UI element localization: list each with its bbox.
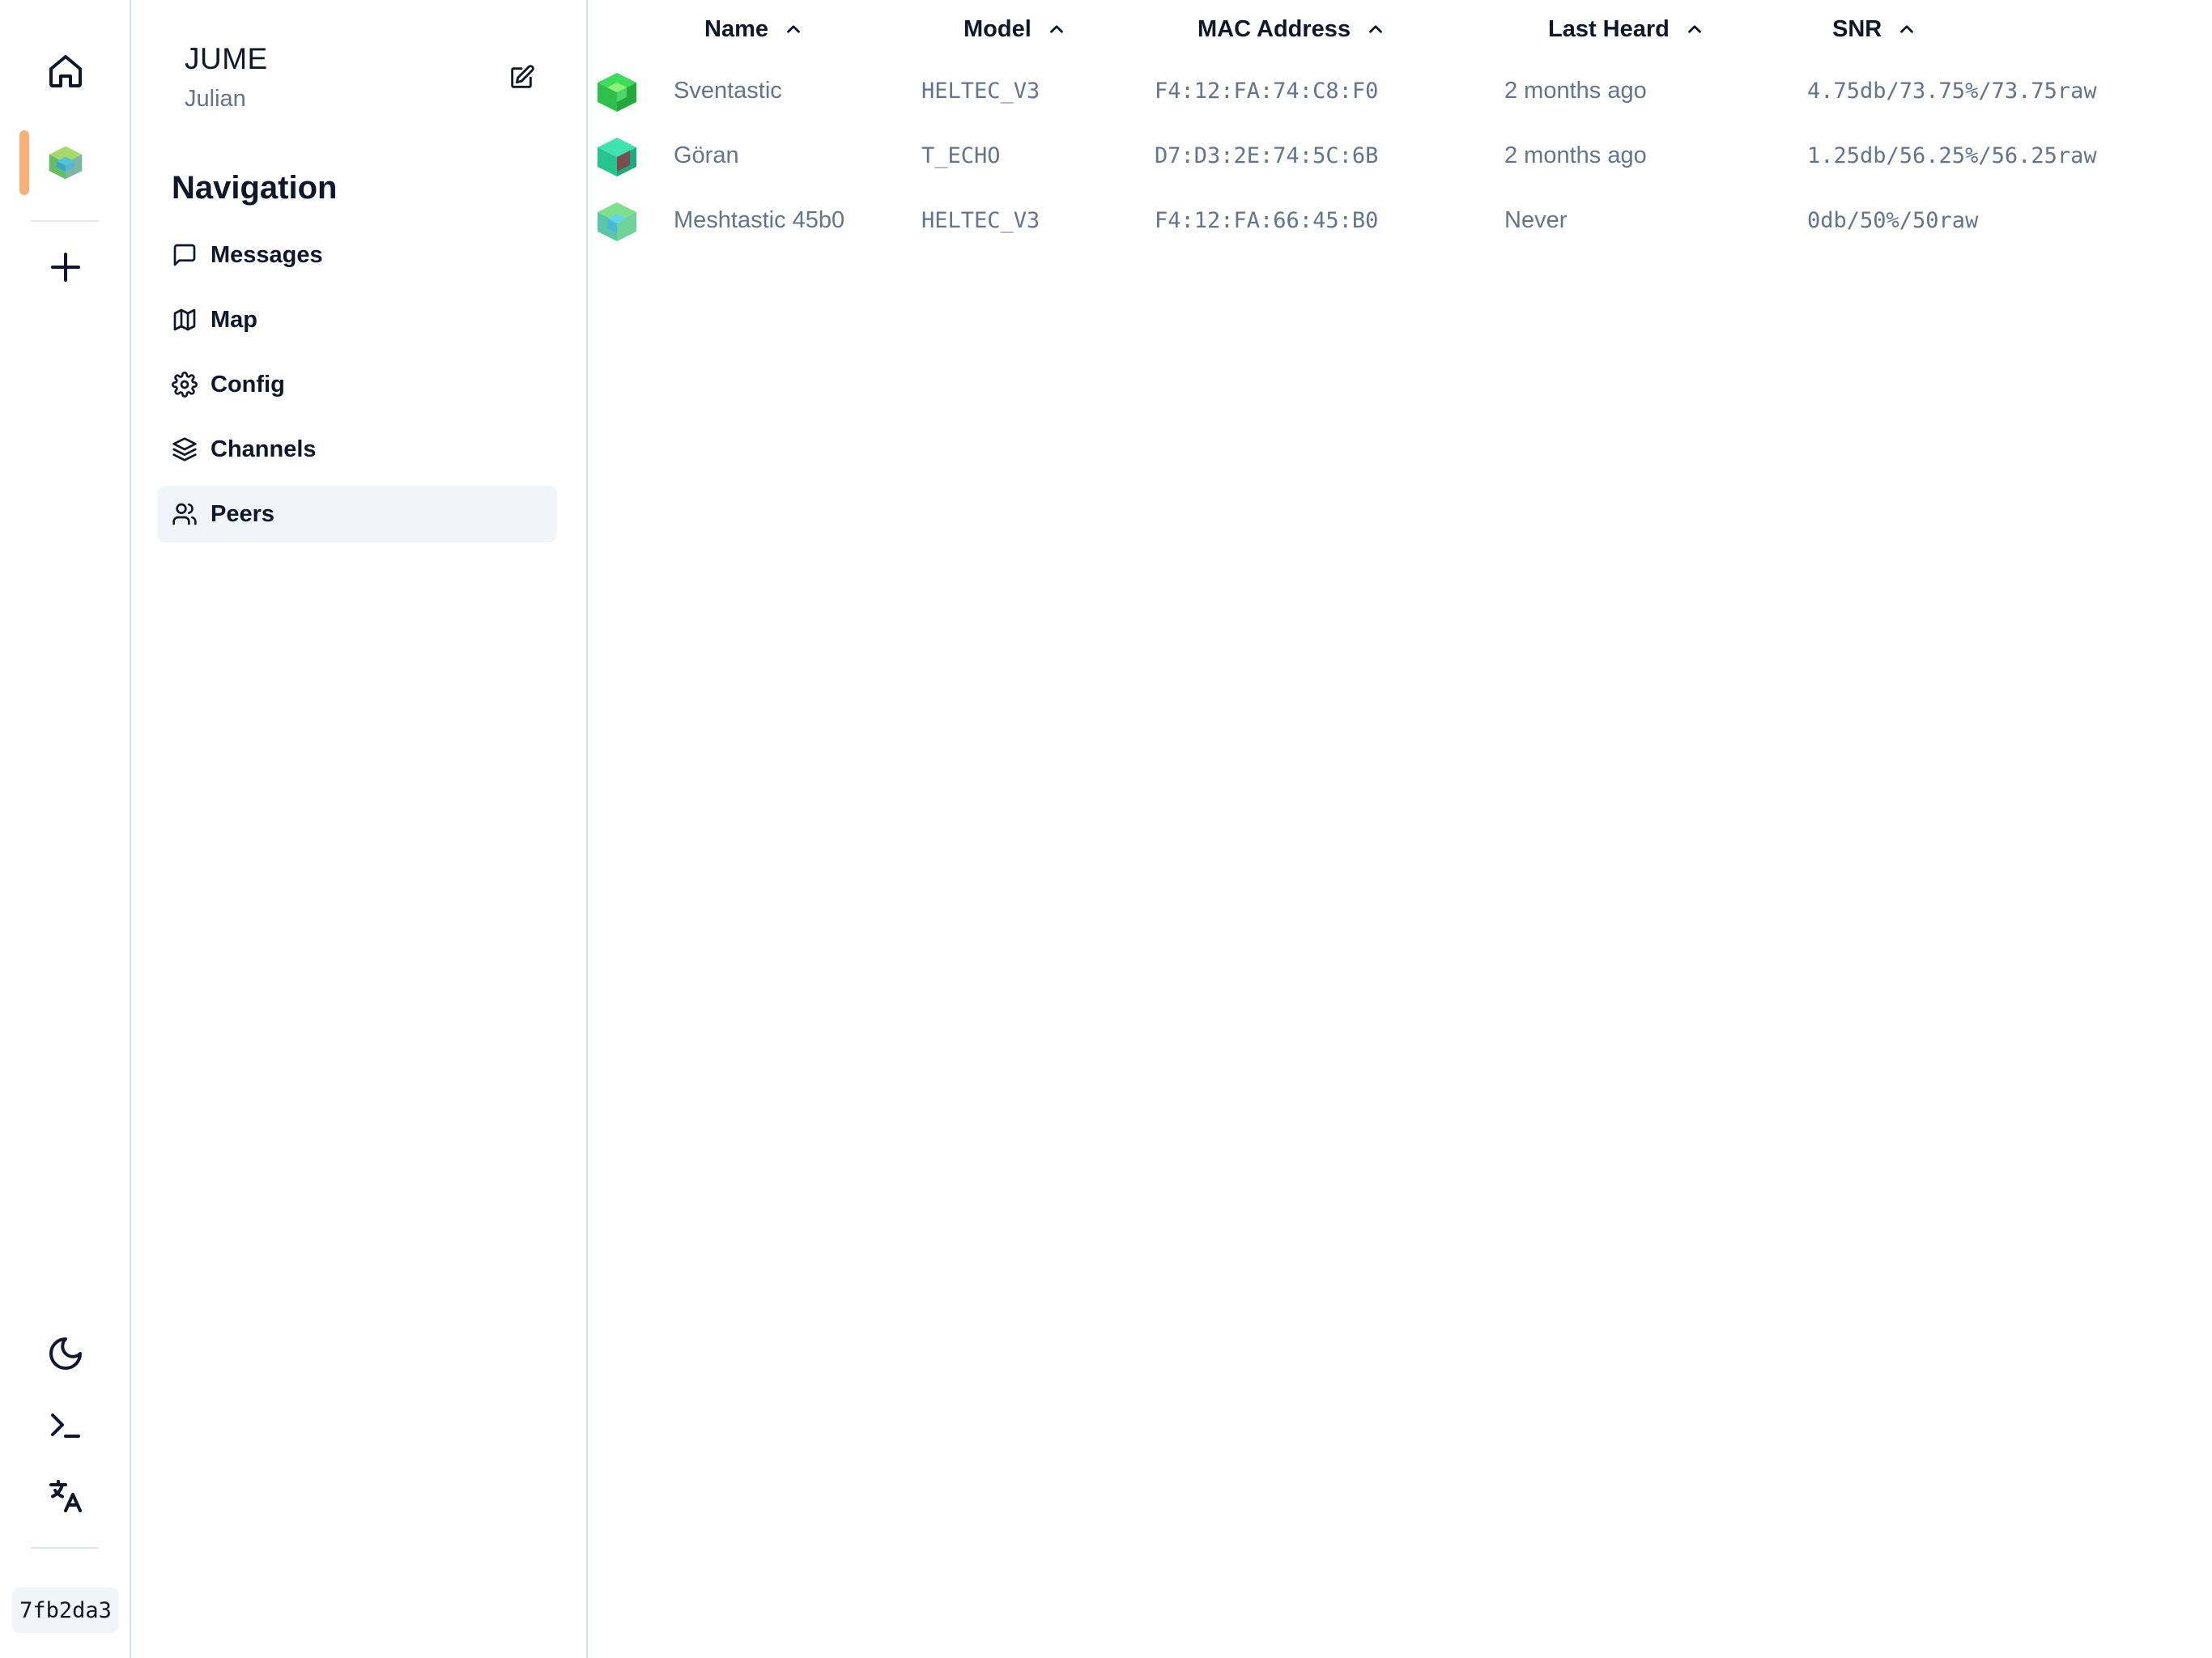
peer-mac: F4:12:FA:74:C8:F0 <box>1155 78 1379 104</box>
column-header-model[interactable]: Model <box>963 13 1067 45</box>
peer-last-heard: Never <box>1504 206 1568 233</box>
navigation-heading: Navigation <box>172 170 338 206</box>
chevron-up-icon <box>1900 25 1914 33</box>
column-header-label: Last Heard <box>1548 15 1670 42</box>
chevron-up-icon <box>1369 25 1382 33</box>
peer-name: Meshtastic 45b0 <box>674 206 845 233</box>
nav-item-label: Messages <box>211 241 323 268</box>
peer-model: T_ECHO <box>921 142 1001 168</box>
column-header-name[interactable]: Name <box>704 13 804 45</box>
rail-divider <box>31 1547 99 1549</box>
users-icon <box>172 503 197 525</box>
add-device-button[interactable] <box>33 235 98 300</box>
table-row[interactable]: Meshtastic 45b0 HELTEC_V3 F4:12:FA:66:45… <box>588 188 2212 253</box>
nav-item-peers[interactable]: Peers <box>157 486 557 542</box>
column-header-label: Model <box>963 15 1032 42</box>
edit-node-button[interactable] <box>500 57 542 99</box>
nav-item-label: Map <box>211 306 257 333</box>
column-header-label: Name <box>704 15 768 42</box>
terminal-icon <box>51 1414 80 1438</box>
peer-mac: D7:D3:2E:74:5C:6B <box>1155 142 1379 168</box>
table-row[interactable]: Göran T_ECHO D7:D3:2E:74:5C:6B 2 months … <box>588 123 2212 188</box>
peers-table: Name Model MAC Address Last Heard SNR Sv… <box>588 0 2212 1658</box>
peer-last-heard: 2 months ago <box>1504 77 1647 104</box>
translate-icon <box>49 1480 82 1512</box>
home-icon <box>49 55 82 87</box>
column-header-label: SNR <box>1832 15 1882 42</box>
column-header-last-heard[interactable]: Last Heard <box>1548 13 1705 45</box>
layers-icon <box>172 437 197 461</box>
node-short-name: JUME <box>185 42 268 75</box>
peer-model: HELTEC_V3 <box>921 207 1040 233</box>
nav-item-label: Channels <box>211 436 317 462</box>
edit-icon <box>511 65 534 88</box>
nav-item-label: Peers <box>211 500 275 527</box>
message-square-icon <box>173 244 196 266</box>
chevron-up-icon <box>1049 25 1063 33</box>
column-header-label: MAC Address <box>1197 15 1351 42</box>
column-header-snr[interactable]: SNR <box>1832 13 1917 45</box>
node-avatar-icon <box>598 138 636 176</box>
peer-snr: 0db/50%/50raw <box>1807 207 1979 233</box>
node-avatar-icon <box>598 202 636 241</box>
theme-toggle-button[interactable] <box>33 1321 98 1386</box>
node-avatar-icon <box>598 73 636 112</box>
language-button[interactable] <box>33 1464 98 1528</box>
peer-snr: 1.25db/56.25%/56.25raw <box>1807 142 2097 168</box>
nav-item-config[interactable]: Config <box>157 356 557 413</box>
column-header-mac[interactable]: MAC Address <box>1197 13 1386 45</box>
device-avatar-icon <box>49 146 83 180</box>
map-icon <box>173 308 196 331</box>
moon-icon <box>49 1337 82 1370</box>
chevron-up-icon <box>787 25 800 33</box>
nav-item-messages[interactable]: Messages <box>157 227 557 283</box>
peer-model: HELTEC_V3 <box>921 78 1040 104</box>
nav-item-label: Config <box>211 371 285 397</box>
command-palette-button[interactable] <box>33 1392 98 1457</box>
peer-snr: 4.75db/73.75%/73.75raw <box>1807 78 2097 104</box>
peer-name: Sventastic <box>674 77 782 104</box>
gear-icon <box>172 372 198 397</box>
chevron-up-icon <box>1688 25 1701 33</box>
device-rail: 7fb2da3 <box>0 0 131 1658</box>
commit-hash-badge: 7fb2da3 <box>12 1588 119 1633</box>
app-window: 7fb2da3 JUME Julian Navigation Messages … <box>0 0 2212 1658</box>
node-long-name: Julian <box>185 86 246 112</box>
nav-item-map[interactable]: Map <box>157 291 557 348</box>
peer-last-heard: 2 months ago <box>1504 142 1647 168</box>
sidebar: JUME Julian Navigation Messages Map Conf… <box>131 0 588 1658</box>
peer-name: Göran <box>674 142 739 168</box>
table-row[interactable]: Sventastic HELTEC_V3 F4:12:FA:74:C8:F0 2… <box>588 58 2212 123</box>
plus-icon <box>51 253 80 282</box>
rail-divider <box>31 220 99 222</box>
device-button[interactable] <box>33 130 98 195</box>
nav-item-channels[interactable]: Channels <box>157 421 557 478</box>
home-button[interactable] <box>33 39 98 104</box>
peer-mac: F4:12:FA:66:45:B0 <box>1155 207 1379 233</box>
active-device-marker <box>19 130 29 195</box>
